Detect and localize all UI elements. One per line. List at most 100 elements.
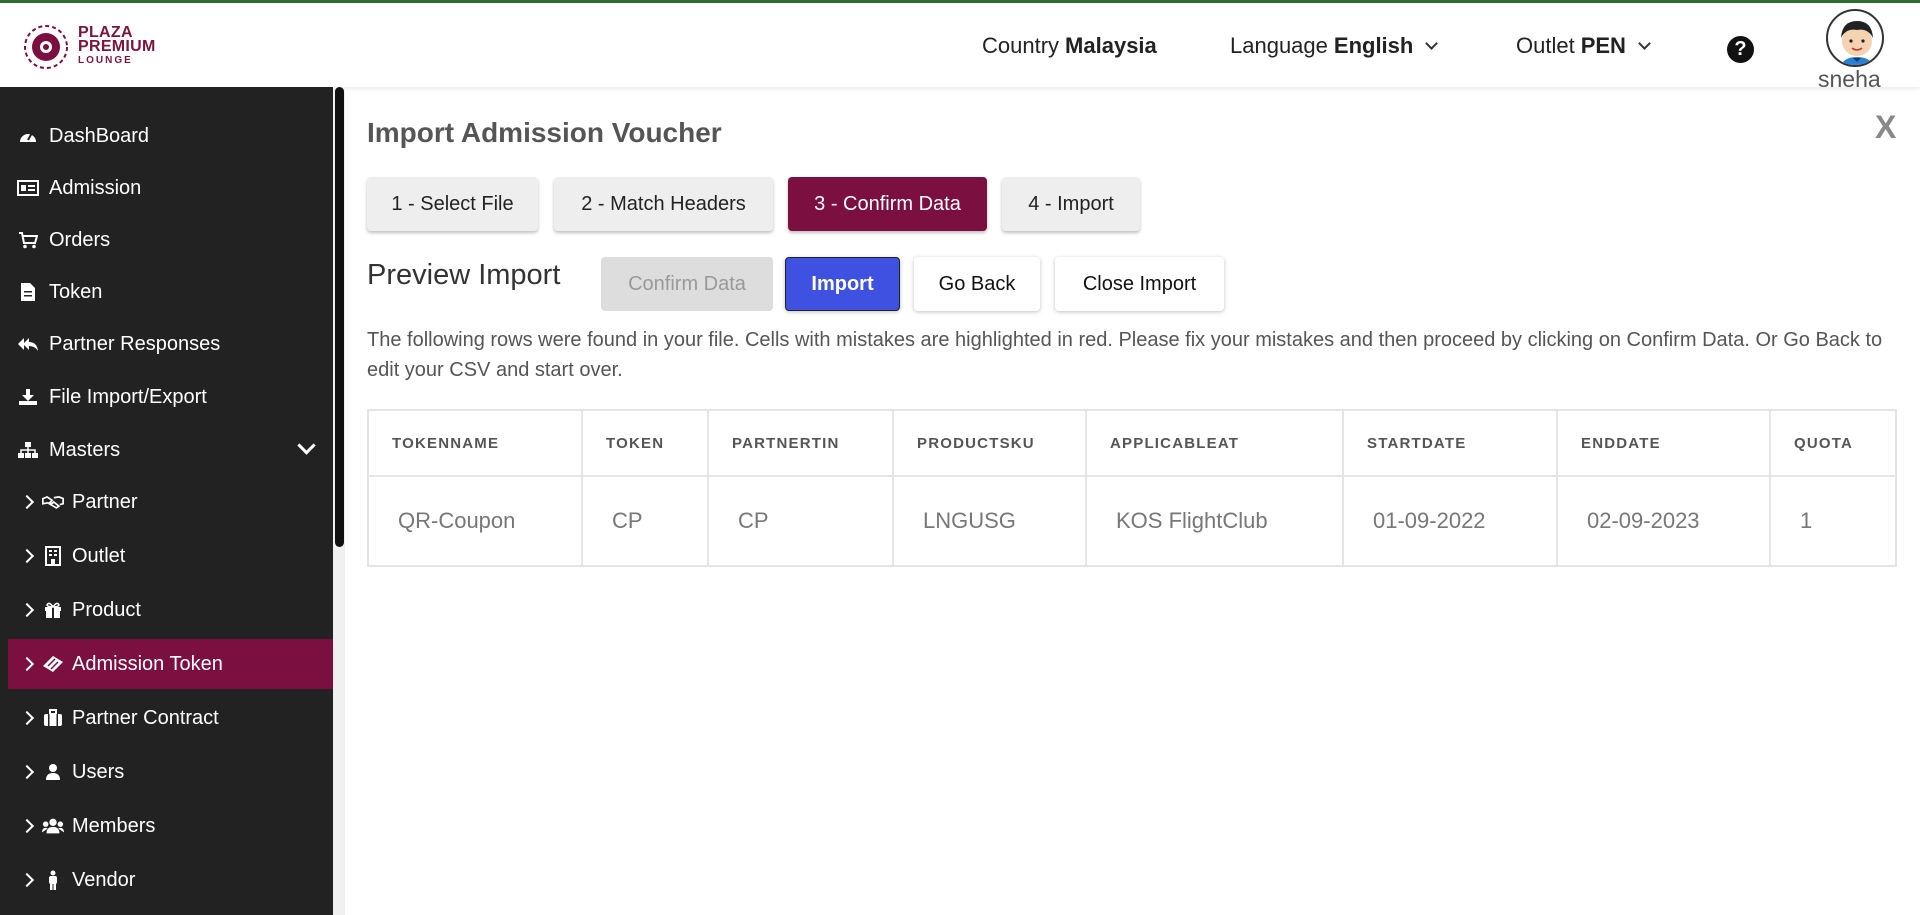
avatar-image [1841,21,1873,65]
sidebar-item-partner-responses[interactable]: Partner Responses [0,319,333,369]
chevron-right-icon [19,548,35,564]
sidebar-item-label: Orders [49,228,111,251]
main-content: Import Admission Voucher X 1 - Select Fi… [345,87,1920,915]
handshake-icon [42,494,64,510]
cell-partnertin: CP [707,475,894,567]
gift-icon [42,601,64,619]
import-instructions: The following rows were found in your fi… [367,329,1883,381]
outlet-value: PEN [1580,33,1626,58]
user-icon [42,763,64,781]
sidebar-item-label: Members [72,814,156,837]
column-header-tokenname: TOKENNAME [367,409,583,477]
chevron-right-icon [19,602,35,618]
cell-applicableat: KOS FlightClub [1085,475,1344,567]
sidebar-item-members[interactable]: Members [0,801,333,851]
country-display: Country Malaysia [982,33,1157,59]
column-header-enddate: ENDDATE [1556,409,1771,477]
column-header-partnertin: PARTNERTIN [707,409,894,477]
chevron-right-icon [19,710,35,726]
sidebar-item-orders[interactable]: Orders [0,215,333,265]
step-match-headers[interactable]: 2 - Match Headers [554,177,773,231]
sidebar-item-dashboard[interactable]: DashBoard [0,111,333,161]
sidebar-item-admission[interactable]: Admission [0,163,333,213]
sidebar-item-label: Product [72,598,141,621]
language-dropdown[interactable]: Language English [1230,33,1439,59]
go-back-button[interactable]: Go Back [914,257,1040,311]
sidebar-item-label: DashBoard [49,124,150,147]
cell-productsku: LNGUSG [892,475,1087,567]
cell-tokenname: QR-Coupon [367,475,583,567]
sidebar-item-label: Partner Contract [72,706,219,729]
column-header-startdate: STARTDATE [1342,409,1558,477]
chevron-right-icon [19,818,35,834]
chevron-down-icon [1638,37,1651,50]
sidebar-item-label: Partner Responses [49,332,221,355]
sidebar-item-label: Partner [72,490,138,513]
chevron-right-icon [19,872,35,888]
cell-startdate: 01-09-2022 [1342,475,1558,567]
close-import-button[interactable]: Close Import [1055,257,1224,311]
column-header-applicableat: APPLICABLEAT [1085,409,1344,477]
reply-all-icon [17,336,39,352]
country-value: Malaysia [1065,33,1157,58]
language-value: English [1333,33,1414,58]
cart-icon [17,231,39,249]
sidebar-item-label: File Import/Export [49,385,207,408]
sidebar-item-token[interactable]: Token [0,267,333,317]
sidebar: DashBoard Admission Orders Token Partner… [0,87,333,915]
avatar[interactable] [1826,9,1884,67]
preview-import-title: Preview Import [367,259,561,291]
brand-line-2: PREMIUM [78,38,156,55]
column-header-productsku: PRODUCTSKU [892,409,1087,477]
sitemap-icon [17,441,39,459]
id-card-icon [17,180,39,196]
sidebar-item-product[interactable]: Product [0,585,333,635]
chevron-right-icon [19,494,35,510]
close-button[interactable]: X [1875,109,1896,146]
file-icon [17,282,39,302]
sidebar-scroll-thumb[interactable] [335,87,344,547]
brand-logo[interactable]: PLAZA PREMIUM LOUNGE [22,23,156,71]
sidebar-item-masters[interactable]: Masters [0,425,333,475]
users-icon [42,817,64,835]
column-header-token: TOKEN [581,409,709,477]
briefcase-icon [42,709,64,727]
language-label: Language [1230,33,1328,58]
sidebar-item-label: Token [49,280,103,303]
sidebar-item-partner[interactable]: Partner [0,477,333,527]
sidebar-item-label: Admission [49,176,142,199]
top-header: PLAZA PREMIUM LOUNGE Country Malaysia La… [0,3,1920,92]
ticket-icon [42,655,64,673]
person-icon [42,870,64,890]
outlet-dropdown[interactable]: Outlet PEN [1516,33,1651,59]
chevron-down-icon [1425,37,1439,50]
step-select-file[interactable]: 1 - Select File [367,177,538,231]
step-confirm-data[interactable]: 3 - Confirm Data [788,177,987,231]
table-header-row: TOKENNAME TOKEN PARTNERTIN PRODUCTSKU AP… [367,409,1897,477]
chevron-right-icon [19,656,35,672]
question-circle-icon[interactable]: ? [1727,36,1754,63]
step-import[interactable]: 4 - Import [1002,177,1140,231]
download-icon [17,388,39,406]
dashboard-icon [17,128,39,144]
sidebar-item-outlet[interactable]: Outlet [0,531,333,581]
confirm-data-button[interactable]: Confirm Data [601,257,773,311]
cell-token: CP [581,475,709,567]
table-row: QR-Coupon CP CP LNGUSG KOS FlightClub 01… [367,475,1897,567]
sidebar-item-label: Users [72,760,125,783]
brand-line-3: LOUNGE [78,55,133,66]
sidebar-item-vendor[interactable]: Vendor [0,855,333,905]
page-title: Import Admission Voucher [367,117,722,148]
sidebar-item-label: Masters [49,438,121,461]
preview-table: TOKENNAME TOKEN PARTNERTIN PRODUCTSKU AP… [367,409,1897,567]
sidebar-item-file-import-export[interactable]: File Import/Export [0,372,333,422]
sidebar-item-label: Vendor [72,868,136,891]
chevron-down-icon[interactable] [297,436,316,455]
plaza-premium-logo-icon [24,25,68,69]
sidebar-item-partner-contract[interactable]: Partner Contract [0,693,333,743]
building-icon [42,546,64,566]
import-button[interactable]: Import [785,257,900,311]
sidebar-item-admission-token[interactable]: Admission Token [8,639,333,689]
country-label: Country [982,33,1060,58]
sidebar-item-users[interactable]: Users [0,747,333,797]
